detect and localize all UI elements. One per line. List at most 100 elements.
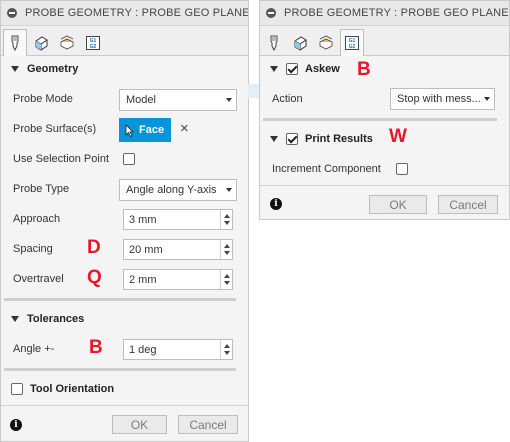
stepper-up-icon	[224, 274, 230, 278]
use-selection-point-checkbox[interactable]	[123, 153, 135, 165]
tolerances-section-header[interactable]: Tolerances	[1, 313, 248, 325]
tool-orientation-checkbox[interactable]	[11, 383, 23, 395]
approach-row: Approach 3 mm	[13, 209, 236, 230]
tab-tool[interactable]	[3, 29, 27, 56]
probe-mode-row: Probe Mode Model	[13, 89, 237, 111]
stepper-up-icon	[224, 214, 230, 218]
dialog-title-bar[interactable]: PROBE GEOMETRY : PROBE GEO PLANE ANGLE	[260, 1, 509, 26]
increment-component-row: Increment Component	[272, 163, 497, 177]
overtravel-annotation: Q	[87, 267, 102, 288]
spacing-row: Spacing D 20 mm	[13, 237, 236, 260]
tab-geometry[interactable]	[29, 29, 53, 55]
print-results-annotation: W	[389, 126, 407, 147]
section-divider	[4, 368, 236, 371]
spacing-value: 20 mm	[129, 243, 163, 256]
spacing-stepper[interactable]	[220, 240, 232, 259]
cancel-button[interactable]: Cancel	[438, 195, 498, 214]
face-selection-button[interactable]: Face	[119, 118, 171, 142]
probe-geometry-dialog-right: PROBE GEOMETRY : PROBE GEO PLANE ANGLE G…	[259, 0, 510, 220]
probe-mode-label: Probe Mode	[13, 93, 73, 105]
probe-mode-value: Model	[126, 94, 156, 106]
geometry-tab-icon	[294, 35, 307, 51]
tab-geometry[interactable]	[288, 29, 312, 55]
face-button-label: Face	[139, 124, 165, 136]
probe-type-label: Probe Type	[13, 183, 70, 195]
probe-geometry-dialog-left: PROBE GEOMETRY : PROBE GEO PLANE ANGLE G…	[0, 0, 249, 442]
tab-gcode[interactable]: G1 G2	[340, 29, 364, 56]
geometry-section-title: Geometry	[27, 63, 79, 75]
tool-orientation-section-header[interactable]: Tool Orientation	[1, 383, 248, 395]
stepper-up-icon	[224, 344, 230, 348]
dialog-title-bar[interactable]: PROBE GEOMETRY : PROBE GEO PLANE ANGLE	[1, 1, 248, 26]
overtravel-value: 2 mm	[129, 273, 157, 286]
cancel-button[interactable]: Cancel	[178, 415, 238, 434]
askew-section-title: Askew	[305, 63, 340, 75]
increment-component-checkbox[interactable]	[396, 163, 408, 175]
approach-input[interactable]: 3 mm	[123, 209, 233, 230]
geometry-tab-icon	[35, 35, 48, 51]
info-icon[interactable]: i	[10, 419, 22, 431]
collapse-triangle-icon	[270, 136, 278, 142]
increment-component-label: Increment Component	[272, 163, 381, 175]
dialog-title: PROBE GEOMETRY : PROBE GEO PLANE ANGLE	[25, 7, 248, 19]
spacing-input[interactable]: 20 mm	[123, 239, 233, 260]
probe-type-select[interactable]: Angle along Y-axis	[119, 179, 237, 201]
askew-section-header[interactable]: Askew	[260, 63, 509, 75]
ok-button[interactable]: OK	[369, 195, 427, 214]
minimize-circle-icon[interactable]	[266, 8, 276, 18]
probe-type-row: Probe Type Angle along Y-axis	[13, 179, 237, 201]
overtravel-label: Overtravel	[13, 273, 64, 285]
cursor-arrow-icon	[125, 123, 134, 137]
collapse-triangle-icon	[11, 66, 19, 72]
approach-value: 3 mm	[129, 213, 157, 226]
stepper-down-icon	[224, 281, 230, 285]
chevron-down-icon	[226, 98, 232, 102]
approach-stepper[interactable]	[220, 210, 232, 229]
tab-strip: G1 G2	[1, 26, 248, 56]
overtravel-row: Overtravel Q 2 mm	[13, 267, 236, 290]
ok-button[interactable]: OK	[112, 415, 167, 434]
askew-checkbox[interactable]	[286, 63, 298, 75]
clear-selection-icon[interactable]: ×	[180, 120, 189, 137]
angle-label: Angle +-	[13, 343, 55, 355]
overtravel-stepper[interactable]	[220, 270, 232, 289]
g-code-tab-icon: G1G2	[86, 35, 100, 50]
heights-tab-icon	[319, 35, 333, 49]
probe-surface-row: Probe Surface(s) Face ×	[13, 118, 236, 142]
angle-stepper[interactable]	[220, 340, 232, 359]
angle-value: 1 deg	[129, 343, 157, 356]
overtravel-input[interactable]: 2 mm	[123, 269, 233, 290]
minimize-circle-icon[interactable]	[7, 8, 17, 18]
askew-annotation: B	[357, 59, 371, 80]
print-results-section-header[interactable]: Print Results	[260, 133, 509, 145]
probe-mode-select[interactable]: Model	[119, 89, 237, 111]
tab-heights[interactable]	[314, 29, 338, 55]
collapse-triangle-icon	[11, 316, 19, 322]
use-selection-point-row: Use Selection Point	[13, 153, 236, 167]
use-selection-point-label: Use Selection Point	[13, 153, 109, 165]
stepper-down-icon	[224, 351, 230, 355]
action-label: Action	[272, 93, 303, 105]
tool-tab-icon	[11, 35, 19, 51]
tab-heights[interactable]	[55, 29, 79, 55]
footer-divider	[1, 405, 248, 406]
g-code-tab-icon: G1G2	[345, 36, 359, 50]
geometry-section-header[interactable]: Geometry	[1, 63, 248, 75]
tab-gcode[interactable]: G1 G2	[81, 29, 105, 55]
angle-row: Angle +- B 1 deg	[13, 337, 236, 360]
action-select[interactable]: Stop with mess...	[390, 88, 495, 110]
svg-text:G2: G2	[90, 44, 97, 50]
action-value: Stop with mess...	[397, 93, 481, 105]
info-icon[interactable]: i	[270, 198, 282, 210]
collapse-triangle-icon	[270, 66, 278, 72]
tab-tool[interactable]	[262, 29, 286, 55]
tool-orientation-title: Tool Orientation	[30, 383, 115, 395]
angle-annotation: B	[89, 337, 103, 358]
heights-tab-icon	[60, 35, 74, 49]
chevron-down-icon	[226, 188, 232, 192]
angle-input[interactable]: 1 deg	[123, 339, 233, 360]
section-divider	[4, 298, 236, 301]
print-results-checkbox[interactable]	[286, 133, 298, 145]
stepper-down-icon	[224, 221, 230, 225]
tab-strip: G1 G2	[260, 26, 509, 56]
